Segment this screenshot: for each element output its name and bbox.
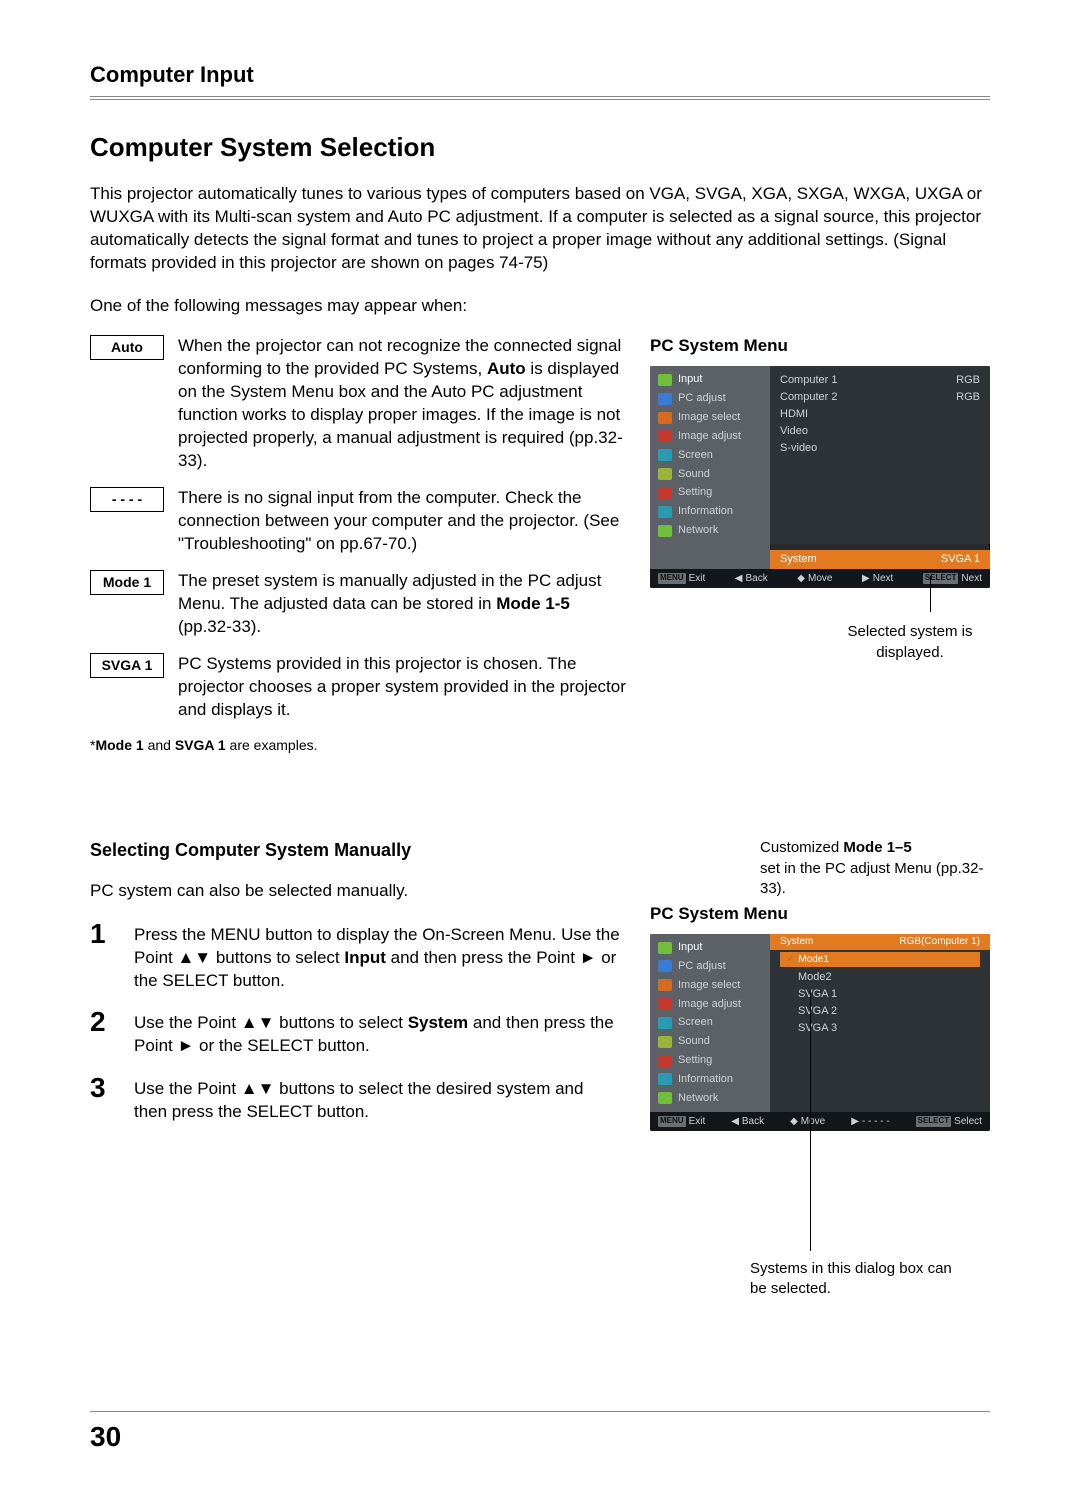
osd-side-item: Sound (650, 465, 770, 484)
osd-side-item: Information (650, 1070, 770, 1089)
osd-side-item: Input (650, 938, 770, 957)
message-row-dashes: - - - - There is no signal input from th… (90, 487, 626, 556)
step-text: Press the MENU button to display the On-… (134, 920, 620, 993)
osd-side-item: Image select (650, 408, 770, 427)
annotation-top: Customized Mode 1–5 set in the PC adjust… (760, 838, 990, 899)
osd1-footer: MENUExit ◀ Back ◆ Move ▶ Next SELECTNext (650, 569, 990, 589)
osd-side-item: Sound (650, 1032, 770, 1051)
caption-2: Systems in this dialog box can be select… (750, 1259, 970, 1300)
osd-side-item: Screen (650, 446, 770, 465)
osd2-main: System RGB(Computer 1) ✔Mode1 Mode2SVGA … (770, 934, 990, 1112)
message-text-svga1: PC Systems provided in this projector is… (178, 653, 626, 722)
osd-main-row: Video (780, 423, 980, 440)
osd-side-item: Image adjust (650, 427, 770, 446)
step-number: 3 (90, 1074, 118, 1124)
osd1-highlight: System SVGA 1 (770, 550, 990, 569)
callout-line-2 (810, 991, 811, 1251)
message-label-dashes: - - - - (90, 487, 164, 512)
step-1: 1 Press the MENU button to display the O… (90, 920, 620, 993)
osd-side-item: Setting (650, 483, 770, 502)
osd-side-item: PC adjust (650, 389, 770, 408)
caption-1: Selected system is displayed. (830, 622, 990, 663)
osd-main-row: Computer 1RGB (780, 372, 980, 389)
message-label-auto: Auto (90, 335, 164, 360)
lead-text: One of the following messages may appear… (90, 295, 990, 318)
osd1-main: Computer 1RGBComputer 2RGBHDMIVideoS-vid… (770, 366, 990, 544)
osd-main-row: Computer 2RGB (780, 389, 980, 406)
osd-side-item: Screen (650, 1013, 770, 1032)
osd-screenshot-1: InputPC adjustImage selectImage adjustSc… (650, 366, 990, 588)
osd-main-row: S-video (780, 440, 980, 457)
step-number: 1 (90, 920, 118, 993)
osd2-selected: ✔Mode1 (780, 952, 980, 968)
page-number: 30 (90, 1418, 990, 1456)
step-2: 2 Use the Point ▲▼ buttons to select Sys… (90, 1008, 620, 1058)
osd2-footer: MENUExit ◀ Back ◆ Move ▶ - - - - - SELEC… (650, 1112, 990, 1132)
osd-side-item: PC adjust (650, 957, 770, 976)
step-text: Use the Point ▲▼ buttons to select Syste… (134, 1008, 620, 1058)
osd-side-item: Image adjust (650, 995, 770, 1014)
message-text-auto: When the projector can not recognize the… (178, 335, 626, 473)
osd-side-item: Input (650, 370, 770, 389)
message-row-auto: Auto When the projector can not recogniz… (90, 335, 626, 473)
osd1-sidebar: InputPC adjustImage selectImage adjustSc… (650, 366, 770, 544)
footer-divider (90, 1411, 990, 1412)
osd-main-row: HDMI (780, 406, 980, 423)
message-row-svga1: SVGA 1 PC Systems provided in this proje… (90, 653, 626, 722)
section-header: Computer Input (90, 60, 990, 90)
step-number: 2 (90, 1008, 118, 1058)
subsection-lead: PC system can also be selected manually. (90, 880, 620, 903)
message-row-mode1: Mode 1 The preset system is manually adj… (90, 570, 626, 639)
divider (90, 96, 990, 100)
pc-system-menu-heading-2: PC System Menu (650, 903, 788, 926)
message-text-dashes: There is no signal input from the comput… (178, 487, 626, 556)
intro-text: This projector automatically tunes to va… (90, 183, 990, 275)
subsection-heading: Selecting Computer System Manually (90, 838, 620, 862)
osd-side-item: Network (650, 521, 770, 540)
osd-side-item: Image select (650, 976, 770, 995)
message-label-mode1: Mode 1 (90, 570, 164, 595)
footnote: *Mode 1 and SVGA 1 are examples. (90, 736, 626, 755)
step-3: 3 Use the Point ▲▼ buttons to select the… (90, 1074, 620, 1124)
pc-system-menu-heading-1: PC System Menu (650, 335, 990, 358)
message-text-mode1: The preset system is manually adjusted i… (178, 570, 626, 639)
osd2-header: System RGB(Computer 1) (770, 934, 990, 950)
osd-list-item: Mode2 (780, 969, 980, 986)
osd-side-item: Network (650, 1089, 770, 1108)
message-label-svga1: SVGA 1 (90, 653, 164, 678)
step-text: Use the Point ▲▼ buttons to select the d… (134, 1074, 620, 1124)
osd2-sidebar: InputPC adjustImage selectImage adjustSc… (650, 934, 770, 1112)
page-title: Computer System Selection (90, 130, 990, 165)
osd-side-item: Setting (650, 1051, 770, 1070)
osd-screenshot-2: InputPC adjustImage selectImage adjustSc… (650, 934, 990, 1131)
callout-line-1 (930, 576, 931, 612)
osd-side-item: Information (650, 502, 770, 521)
